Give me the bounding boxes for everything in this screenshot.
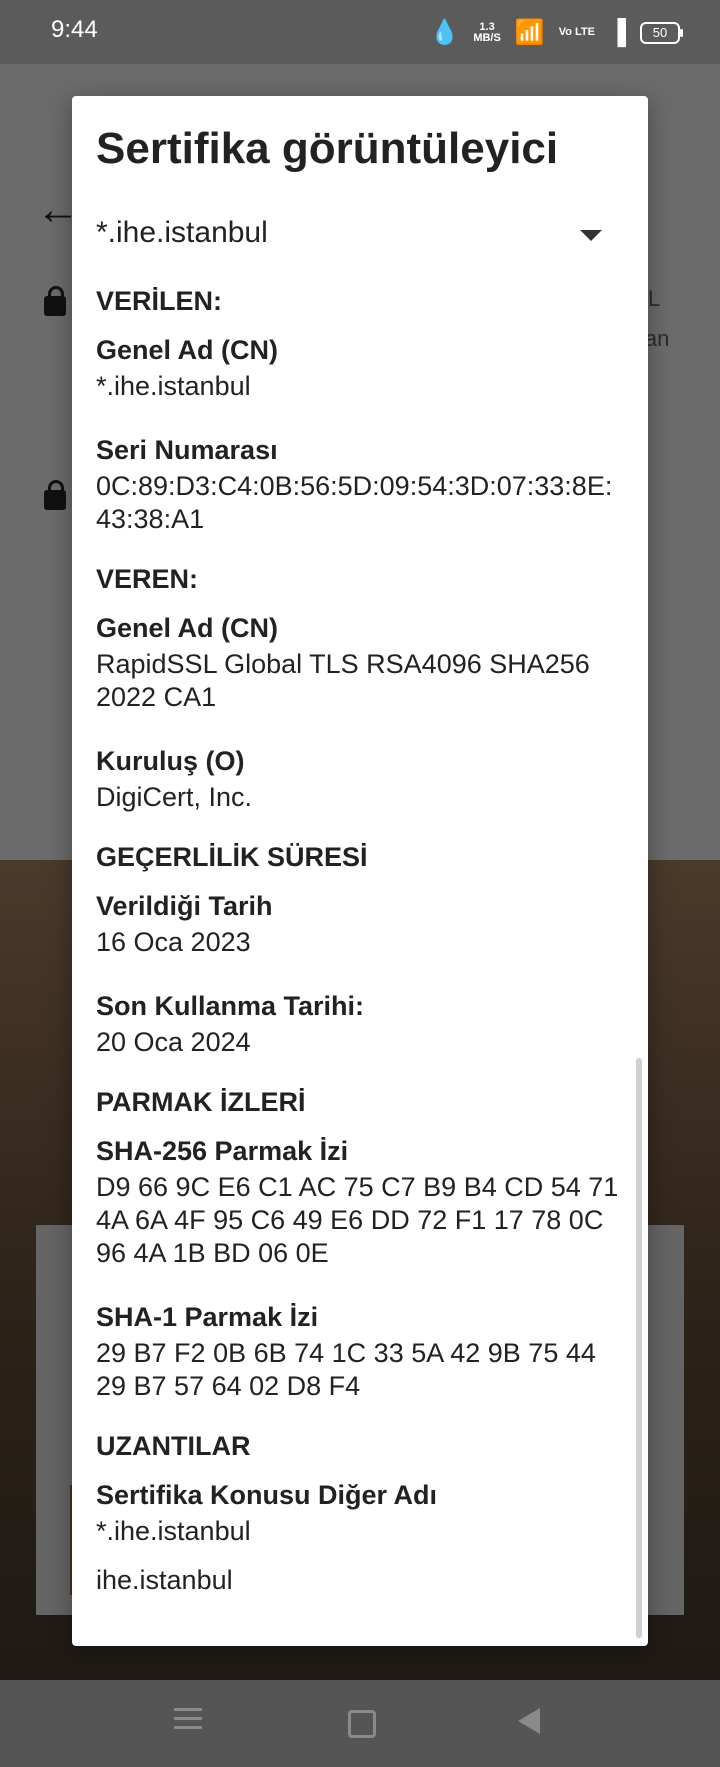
certificate-viewer-dialog: Sertifika görüntüleyici *.ihe.istanbul V…: [72, 96, 648, 1646]
field-label: Genel Ad (CN): [96, 335, 278, 365]
field-value: *.ihe.istanbul: [96, 1516, 251, 1546]
section-validity: GEÇERLİLİK SÜRESİ: [96, 842, 368, 872]
volte-indicator: Vo LTE: [558, 26, 595, 38]
signal-icon: ▐: [608, 18, 626, 46]
section-extensions: UZANTILAR: [96, 1431, 251, 1461]
section-fingerprints: PARMAK İZLERİ: [96, 1087, 306, 1117]
recent-apps-button[interactable]: [174, 1702, 202, 1735]
field-value: 20 Oca 2024: [96, 1027, 251, 1057]
dialog-scrollbar[interactable]: [636, 1058, 642, 1638]
status-time: 9:44: [51, 16, 98, 43]
field-label: SHA-256 Parmak İzi: [96, 1136, 349, 1166]
certificate-details: VERİLEN: Genel Ad (CN) *.ihe.istanbul Se…: [96, 286, 626, 1597]
data-speed: 1.3 MB/S: [473, 20, 501, 44]
field-label: Sertifika Konusu Diğer Adı: [96, 1480, 438, 1510]
section-issued-by: VEREN:: [96, 564, 199, 594]
field-label: Verildiği Tarih: [96, 891, 273, 921]
dialog-title: Sertifika görüntüleyici: [96, 124, 559, 173]
navigation-bar: [0, 1680, 720, 1767]
field-label: Kuruluş (O): [96, 746, 245, 776]
back-button[interactable]: [518, 1708, 540, 1734]
field-value: *.ihe.istanbul: [96, 371, 251, 401]
field-label: Son Kullanma Tarihi:: [96, 991, 365, 1021]
background-text: L: [648, 286, 661, 311]
field-value: DigiCert, Inc.: [96, 782, 253, 812]
selected-certificate: *.ihe.istanbul: [96, 216, 268, 249]
field-label: Genel Ad (CN): [96, 613, 278, 643]
field-label: Seri Numarası: [96, 435, 278, 465]
field-value: ihe.istanbul: [96, 1565, 233, 1595]
serial-number-value: 0C:89:D3:C4:0B:56:5D:09:54:3D:07:33:8E:4…: [96, 471, 613, 534]
chevron-down-icon: [580, 230, 602, 241]
section-issued-to: VERİLEN:: [96, 286, 223, 316]
lock-icon: [44, 286, 66, 316]
certificate-selector[interactable]: *.ihe.istanbul: [96, 216, 636, 260]
sha256-fingerprint-value: D9 66 9C E6 C1 AC 75 C7 B9 B4 CD 54 71 4…: [96, 1172, 619, 1268]
field-value: RapidSSL Global TLS RSA4096 SHA256 2022 …: [96, 649, 590, 712]
status-bar: 9:44 💧 1.3 MB/S 📶 Vo LTE ▐ 50: [0, 0, 720, 64]
data-saver-icon: 💧: [429, 19, 460, 46]
sha1-fingerprint-value: 29 B7 F2 0B 6B 74 1C 33 5A 42 9B 75 44 2…: [96, 1338, 596, 1401]
wifi-icon: 📶: [514, 19, 545, 46]
lock-icon: [44, 480, 66, 510]
home-button[interactable]: [348, 1710, 376, 1738]
battery-icon: 50: [640, 21, 683, 44]
field-label: SHA-1 Parmak İzi: [96, 1302, 319, 1332]
status-icons: 💧 1.3 MB/S 📶 Vo LTE ▐ 50: [429, 18, 683, 47]
field-value: 16 Oca 2023: [96, 927, 251, 957]
